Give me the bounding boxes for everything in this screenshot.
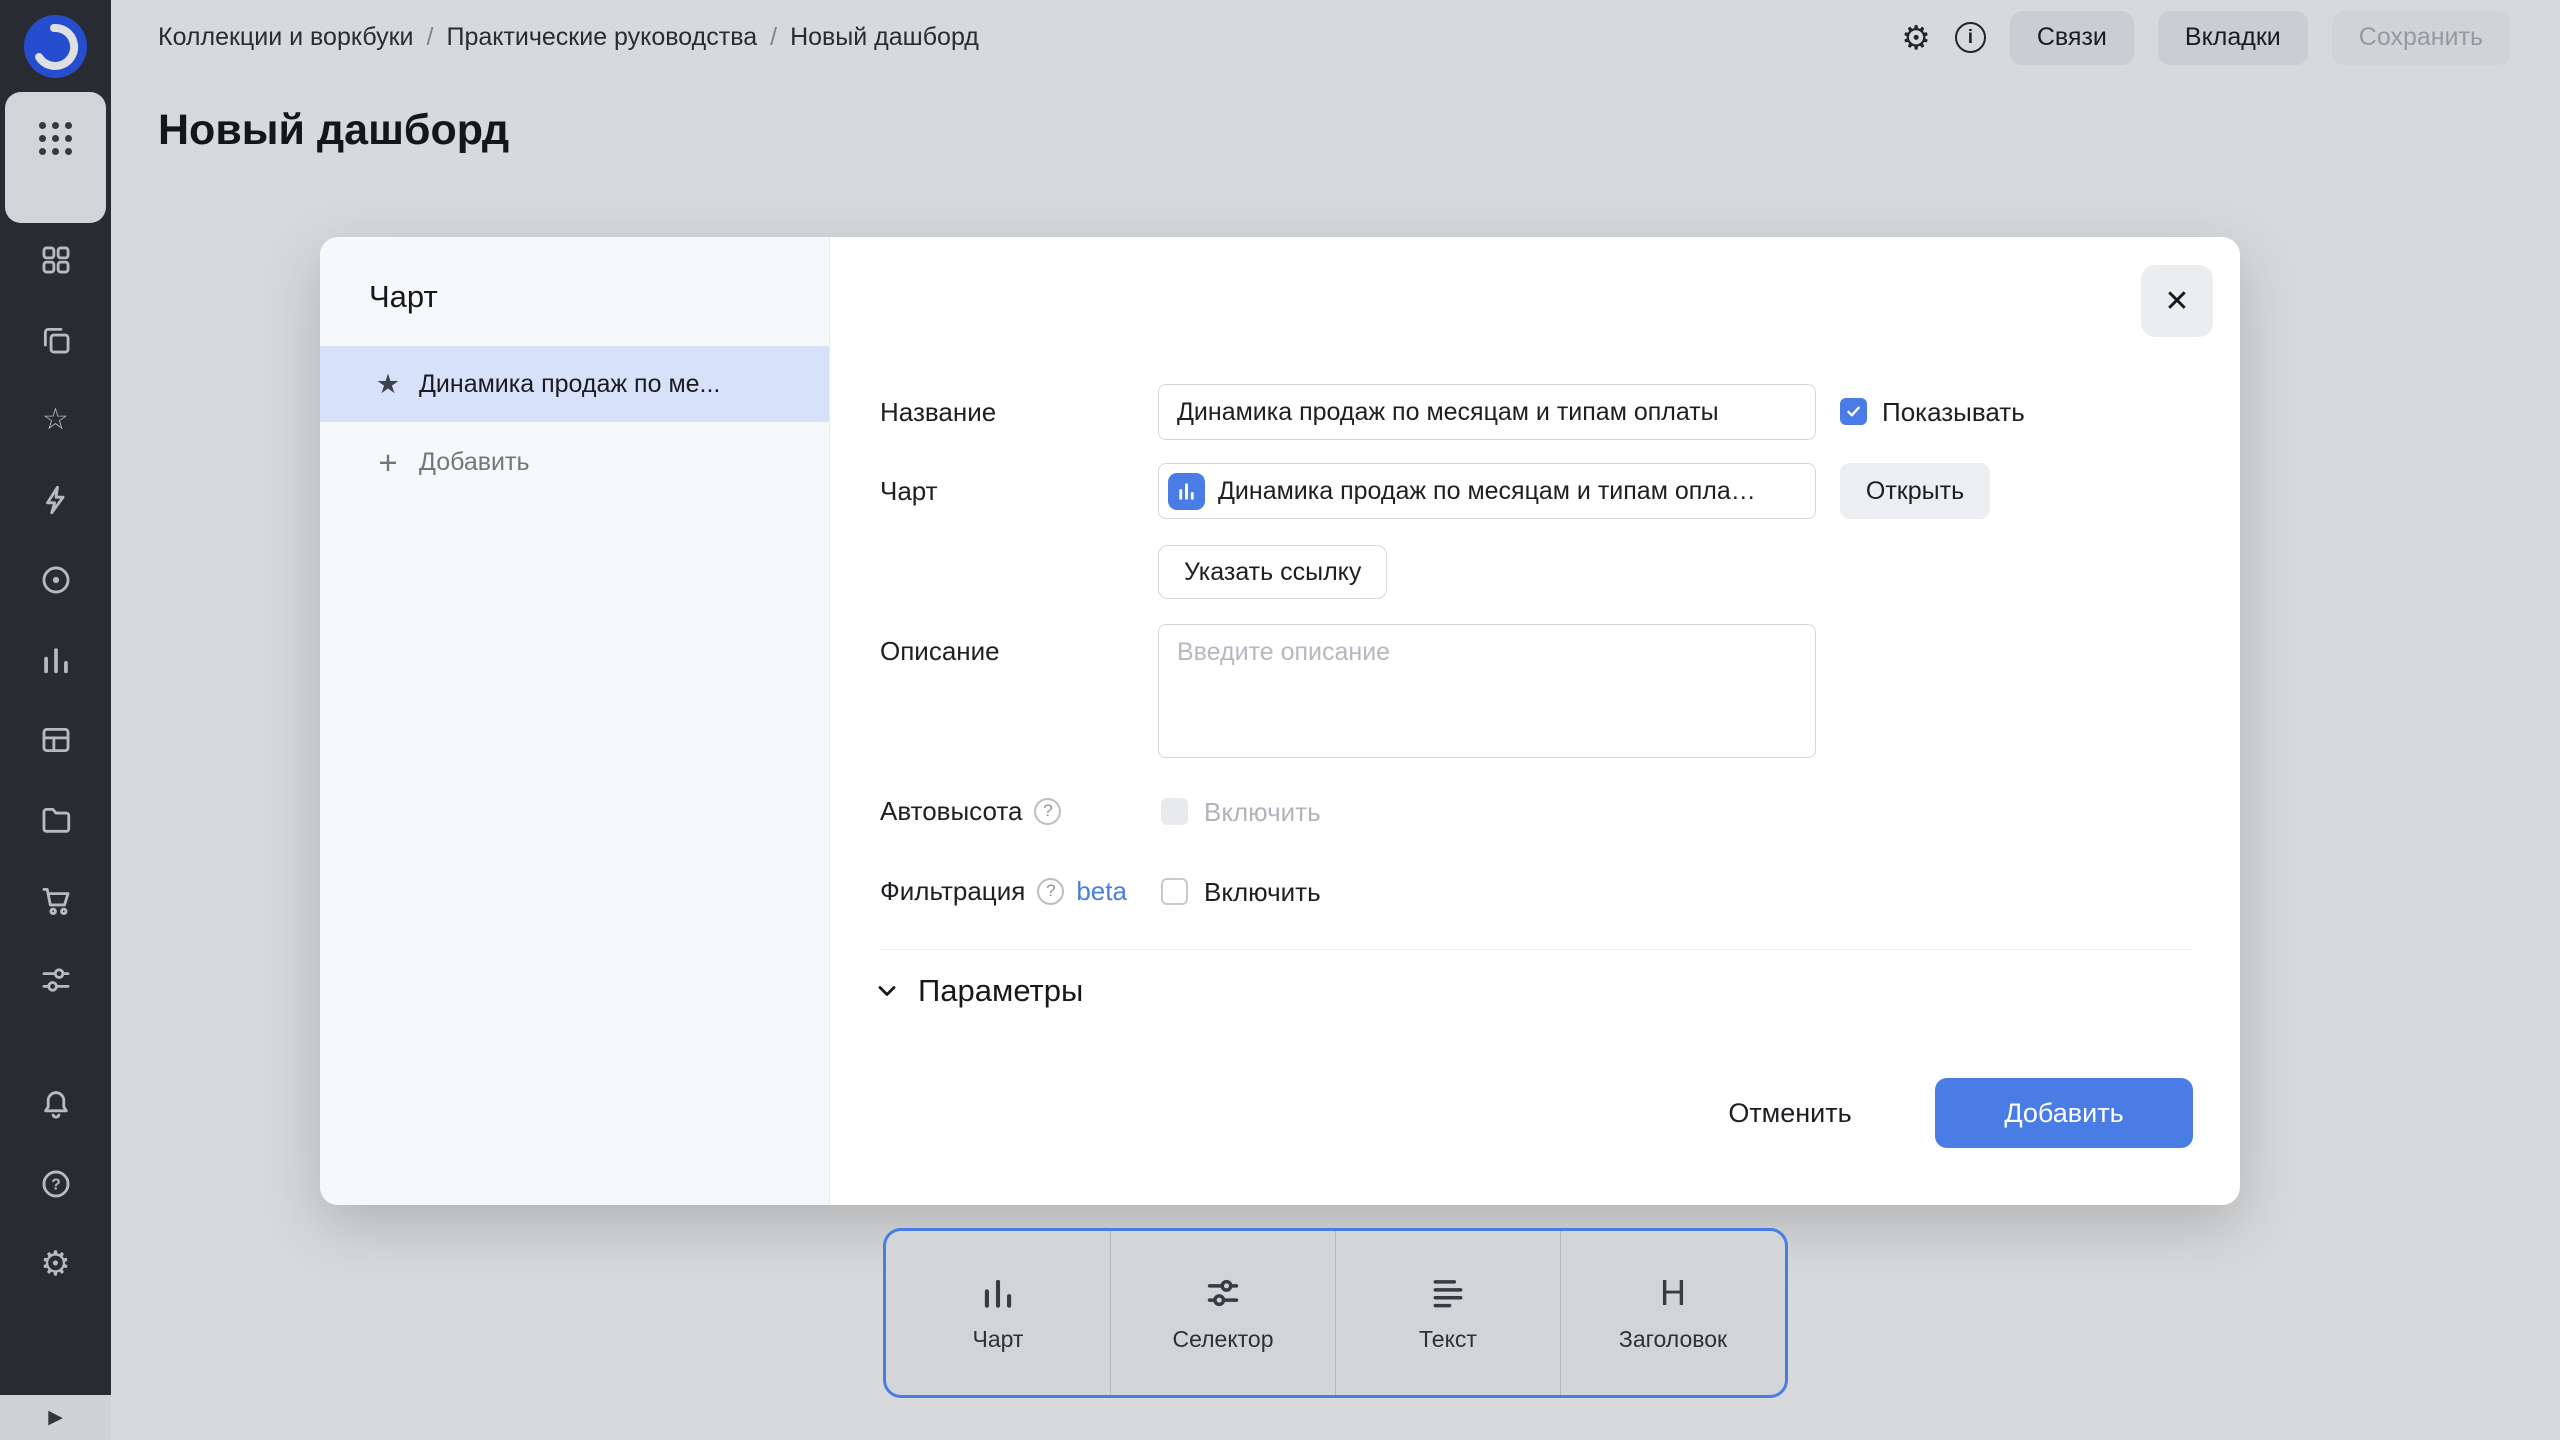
dialog-title: Чарт (369, 279, 438, 314)
chevron-down-icon (878, 986, 896, 996)
toolbar-item-label: Текст (1419, 1326, 1477, 1352)
chart-icon (979, 1273, 1017, 1313)
toolbar-item-selector[interactable]: Селектор (1110, 1231, 1335, 1395)
specify-link-button[interactable]: Указать ссылку (1158, 545, 1388, 599)
name-input[interactable] (1158, 384, 1816, 440)
chart-label: Чарт (880, 475, 938, 506)
show-checkbox[interactable] (1840, 398, 1867, 425)
description-label: Описание (880, 635, 1000, 666)
open-chart-button[interactable]: Открыть (1840, 463, 1990, 519)
close-button[interactable]: ✕ (2141, 265, 2213, 337)
chart-select-field[interactable]: Динамика продаж по месяцам и типам опла… (1158, 463, 1816, 519)
filtering-checkbox-label: Включить (1204, 877, 1321, 907)
params-section-label: Параметры (918, 973, 1084, 1008)
heading-icon: H (1660, 1272, 1686, 1313)
toolbar-item-label: Селектор (1172, 1326, 1274, 1352)
filtering-checkbox[interactable] (1161, 878, 1188, 905)
toolbar-item-heading[interactable]: H Заголовок (1560, 1231, 1785, 1395)
name-label: Название (880, 396, 997, 427)
autoheight-label: Автовысота (880, 795, 1023, 826)
add-tab-item-button[interactable]: + Добавить (320, 431, 829, 493)
filtering-label-row: Фильтрация ? beta (880, 875, 1127, 907)
section-divider (880, 949, 2192, 950)
filtering-help-icon[interactable]: ? (1037, 877, 1065, 905)
params-section-toggle[interactable]: Параметры (873, 973, 1083, 1009)
show-checkbox-label: Показывать (1882, 397, 2025, 427)
text-icon (1429, 1273, 1467, 1313)
toolbar-item-label: Заголовок (1618, 1326, 1728, 1352)
cancel-button[interactable]: Отменить (1700, 1090, 1880, 1136)
selector-icon (1204, 1273, 1242, 1313)
add-chart-dialog: Чарт ★ Динамика продаж по ме... + Добави… (320, 237, 2240, 1205)
autoheight-checkbox (1161, 798, 1188, 825)
beta-badge: beta (1076, 875, 1127, 906)
add-button[interactable]: Добавить (1935, 1078, 2193, 1148)
description-textarea[interactable] (1158, 624, 1816, 758)
chart-tab-item[interactable]: ★ Динамика продаж по ме... (320, 346, 829, 422)
close-icon: ✕ (2164, 284, 2190, 318)
toolbar-item-text[interactable]: Текст (1335, 1231, 1560, 1395)
widgets-toolbar: Чарт Селектор Текст H Заголовок (883, 1228, 1788, 1398)
toolbar-item-chart[interactable]: Чарт (886, 1231, 1110, 1395)
chart-type-icon (1168, 472, 1205, 510)
chart-select-value: Динамика продаж по месяцам и типам опла… (1218, 476, 1756, 505)
star-icon: ★ (375, 368, 401, 399)
dialog-side-panel: Чарт ★ Динамика продаж по ме... + Добави… (320, 237, 830, 1205)
toolbar-item-label: Чарт (972, 1326, 1024, 1352)
chart-tab-item-label: Динамика продаж по ме... (419, 369, 721, 398)
add-tab-item-label: Добавить (419, 447, 530, 476)
plus-icon: + (378, 443, 398, 481)
check-icon (1847, 406, 1860, 417)
autoheight-label-row: Автовысота ? (880, 795, 1062, 827)
autoheight-checkbox-label: Включить (1204, 797, 1321, 827)
filtering-label: Фильтрация (880, 875, 1026, 906)
autoheight-help-icon[interactable]: ? (1034, 797, 1062, 825)
